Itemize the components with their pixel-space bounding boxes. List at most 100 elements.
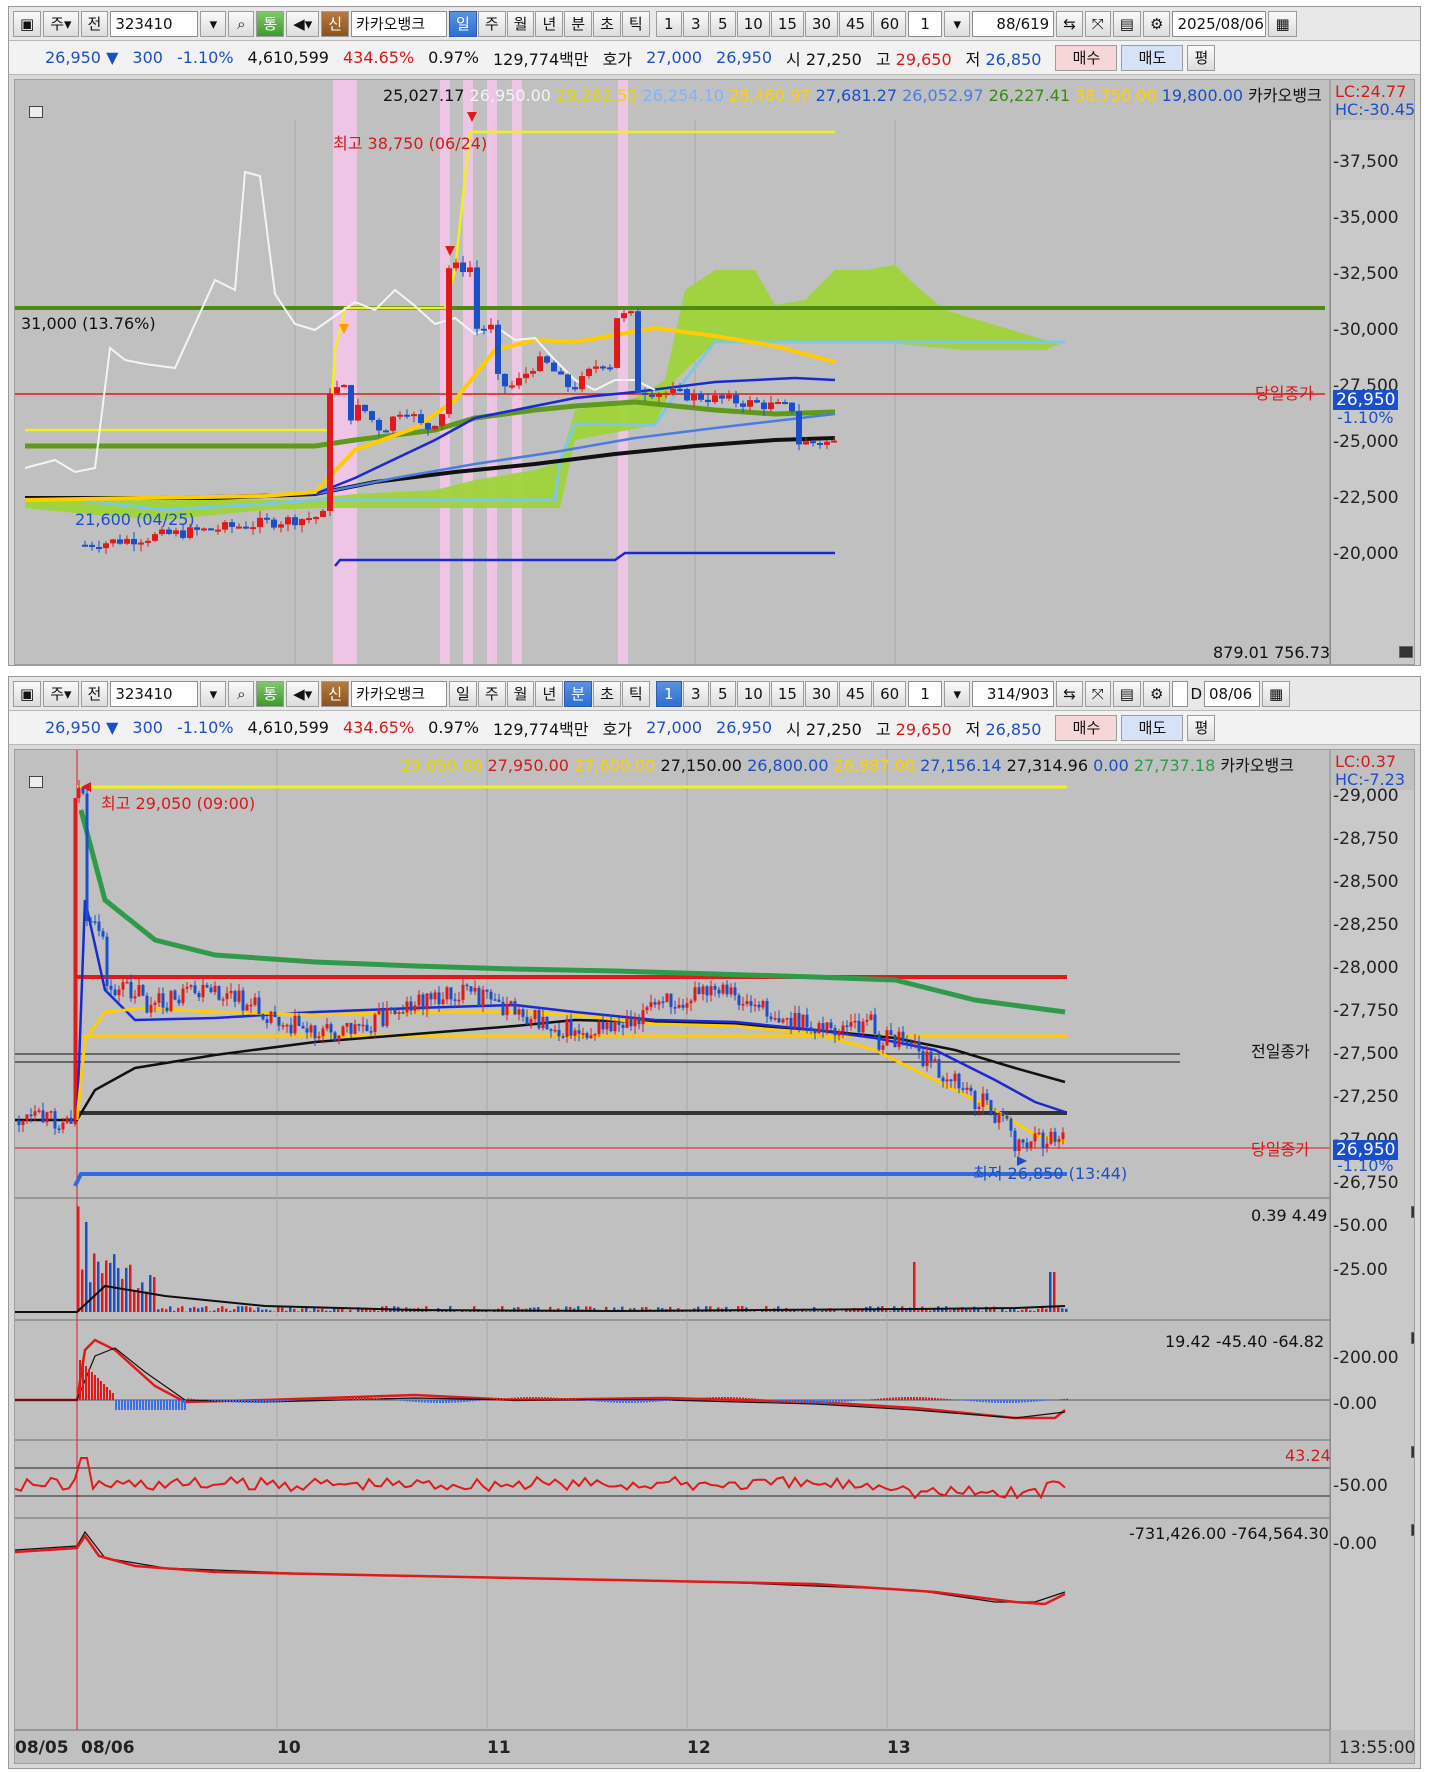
count-value: 314 <box>986 684 1016 703</box>
compare-icon[interactable]: ⇆ <box>1056 10 1083 37</box>
interval-tab-5[interactable]: 30 <box>804 680 839 707</box>
macd-bar <box>253 1400 255 1403</box>
period-tab-5[interactable]: 초 <box>593 10 621 37</box>
candle-body <box>180 530 186 538</box>
stock-name-field[interactable]: 카카오뱅크 <box>351 680 448 707</box>
interval-input[interactable]: 1 <box>908 680 943 707</box>
daily-candle-chart[interactable]: 25,027.17 26,950.00 29,262.50 26,254.10 … <box>14 79 1415 665</box>
market-type-select[interactable]: 주 ▾ <box>43 680 79 707</box>
calendar-icon[interactable]: ▦ <box>1262 680 1291 707</box>
interval-tab-7[interactable]: 60 <box>873 680 907 707</box>
market-type-select[interactable]: 주 ▾ <box>43 10 79 37</box>
window-menu-icon[interactable]: ▣ <box>13 680 42 707</box>
even-button[interactable]: 평 <box>1187 714 1216 741</box>
candle-body <box>353 1024 357 1034</box>
y-tick-label: -27,500 <box>1333 1044 1399 1064</box>
period-tab-6[interactable]: 틱 <box>621 10 650 37</box>
save-icon[interactable]: ▤ <box>1112 680 1141 707</box>
search-icon[interactable]: ⌕ <box>228 10 255 37</box>
save-icon[interactable]: ▤ <box>1112 10 1141 37</box>
panel-collapse-icon[interactable] <box>1411 1446 1414 1458</box>
interval-tab-3[interactable]: 10 <box>736 680 770 707</box>
count-input[interactable]: 88/619 <box>972 10 1055 37</box>
period-tab-4[interactable]: 분 <box>564 680 593 707</box>
period-tab-1[interactable]: 주 <box>477 10 506 37</box>
period-tab-1[interactable]: 주 <box>477 680 506 707</box>
period-tab-3[interactable]: 년 <box>535 680 564 707</box>
buy-button[interactable]: 매수 <box>1055 714 1118 741</box>
interval-tab-1[interactable]: 3 <box>682 680 709 707</box>
interval-tab-1[interactable]: 3 <box>682 10 709 37</box>
buy-button[interactable]: 매수 <box>1055 44 1118 71</box>
gear-icon[interactable]: ⚙ <box>1142 10 1171 37</box>
crosshair-icon[interactable]: ⤧ <box>1084 10 1111 37</box>
candle-body <box>373 1014 377 1032</box>
sell-button[interactable]: 매도 <box>1121 44 1184 71</box>
interval-tab-0[interactable]: 1 <box>655 10 682 37</box>
stock-name-field[interactable]: 카카오뱅크 <box>351 10 448 37</box>
close-label: 당일종가 <box>1255 384 1314 403</box>
candle-body <box>362 404 368 412</box>
search-icon[interactable]: ⌕ <box>228 680 255 707</box>
chart-options-icon[interactable] <box>29 776 43 788</box>
interval-tab-6[interactable]: 45 <box>839 10 873 37</box>
interval-tab-7[interactable]: 60 <box>873 10 907 37</box>
interval-tab-0[interactable]: 1 <box>655 680 682 707</box>
scope-button[interactable]: 전 <box>80 680 109 707</box>
speaker-icon[interactable]: ◀▾ <box>286 10 320 37</box>
dropdown-icon[interactable]: ▾ <box>200 680 227 707</box>
macd-bar <box>271 1400 273 1403</box>
count-input[interactable]: 314/903 <box>972 680 1055 707</box>
interval-tab-4[interactable]: 15 <box>770 680 804 707</box>
sell-button[interactable]: 매도 <box>1121 714 1184 741</box>
period-tab-0[interactable]: 일 <box>449 680 477 707</box>
stock-code-input[interactable]: 323410 <box>110 680 199 707</box>
candle-body <box>831 440 837 443</box>
window-menu-icon[interactable]: ▣ <box>13 10 42 37</box>
macd-bar <box>562 1398 564 1400</box>
crosshair-icon[interactable]: ⤧ <box>1084 680 1111 707</box>
panel-collapse-icon[interactable] <box>1411 1332 1414 1344</box>
candle-body <box>929 1051 933 1061</box>
sin-button[interactable]: 신 <box>321 10 350 37</box>
period-tab-3[interactable]: 년 <box>535 10 564 37</box>
chart-options-icon[interactable] <box>29 106 43 118</box>
period-tab-2[interactable]: 월 <box>506 10 535 37</box>
interval-input[interactable]: 1 <box>908 10 943 37</box>
dropdown-icon[interactable]: ▾ <box>200 10 227 37</box>
period-tab-0[interactable]: 일 <box>449 10 477 37</box>
interval-tab-5[interactable]: 30 <box>804 10 839 37</box>
period-tab-6[interactable]: 틱 <box>621 680 650 707</box>
candle-body <box>793 1012 797 1028</box>
date-input[interactable]: 2025/08/06 <box>1172 10 1267 37</box>
interval-tab-4[interactable]: 15 <box>770 10 804 37</box>
sin-button[interactable]: 신 <box>321 680 350 707</box>
interval-dropdown-icon[interactable]: ▾ <box>944 10 971 37</box>
interval-tab-6[interactable]: 45 <box>839 680 873 707</box>
panel-collapse-icon[interactable] <box>1411 1524 1414 1536</box>
macd-bar <box>160 1400 162 1410</box>
scope-button[interactable]: 전 <box>80 10 109 37</box>
y-tick-label: -25,000 <box>1333 432 1399 452</box>
stock-code-input[interactable]: 323410 <box>110 10 199 37</box>
even-button[interactable]: 평 <box>1187 44 1216 71</box>
tong-button[interactable]: 통 <box>256 10 285 37</box>
period-tab-4[interactable]: 분 <box>564 10 593 37</box>
interval-tab-2[interactable]: 5 <box>709 680 736 707</box>
date-input[interactable]: 08/06 <box>1204 680 1260 707</box>
interval-dropdown-icon[interactable]: ▾ <box>944 680 971 707</box>
tong-button[interactable]: 통 <box>256 680 285 707</box>
panel-collapse-icon[interactable] <box>1411 1206 1414 1218</box>
d-checkbox[interactable] <box>1172 680 1189 707</box>
period-tab-2[interactable]: 월 <box>506 680 535 707</box>
interval-tab-3[interactable]: 10 <box>736 10 770 37</box>
compare-icon[interactable]: ⇆ <box>1056 680 1083 707</box>
minute-candle-chart[interactable]: 29,050.00 27,950.00 27,600.00 27,150.00 … <box>14 749 1415 1764</box>
gear-icon[interactable]: ⚙ <box>1142 680 1171 707</box>
panel-collapse-icon[interactable] <box>1399 646 1413 658</box>
interval-tab-2[interactable]: 5 <box>709 10 736 37</box>
period-tab-5[interactable]: 초 <box>593 680 621 707</box>
y-tick-label: -25.00 <box>1333 1260 1388 1280</box>
calendar-icon[interactable]: ▦ <box>1268 10 1297 37</box>
speaker-icon[interactable]: ◀▾ <box>286 680 320 707</box>
